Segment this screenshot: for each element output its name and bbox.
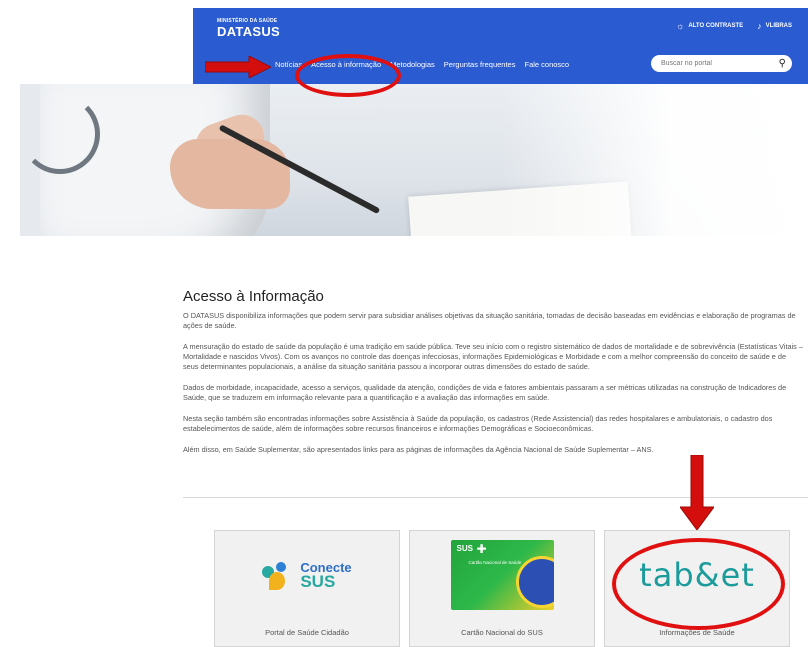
search-box: ⚲ [651,55,792,72]
main-content: Acesso à Informação O DATASUS disponibil… [183,288,803,455]
search-input[interactable] [661,60,761,67]
search-icon[interactable]: ⚲ [779,58,786,69]
card-portal-saude-cidadao[interactable]: Conecte SUS Portal de Saúde Cidadão [214,530,400,647]
nav-perguntas-frequentes[interactable]: Perguntas frequentes [444,60,516,69]
highlight-ellipse-tabnet [612,538,785,630]
high-contrast-label: ALTO CONTRASTE [688,23,744,29]
high-contrast-button[interactable]: ☼ ALTO CONTRASTE [676,21,743,31]
red-arrow-down-icon [680,455,714,530]
site-header: MINISTÉRIO DA SAÚDE DATASUS ☼ ALTO CONTR… [193,8,808,84]
accessibility-controls: ☼ ALTO CONTRASTE ♪ VLIBRAS [676,21,792,31]
cross-icon: ✚ [476,542,487,556]
sus-card-logo: SUS ✚ Cartão Nacional de Saúde [410,531,594,619]
card-caption: Portal de Saúde Cidadão [265,628,349,637]
paragraph-mensuracao: A mensuração do estado de saúde da popul… [183,342,803,371]
nav-fale-conosco[interactable]: Fale conosco [524,60,569,69]
sus-logo-text: SUS [300,572,336,591]
datasus-logo[interactable]: DATASUS [217,24,280,39]
conecte-sus-logo: Conecte SUS [215,531,399,619]
card-cartao-nacional-sus[interactable]: SUS ✚ Cartão Nacional de Saúde Cartão Na… [409,530,595,647]
hero-light [500,84,808,236]
stethoscope [20,94,100,174]
hero-image [20,84,808,236]
contrast-icon: ☼ [676,21,685,31]
highlight-ellipse-nav [295,54,401,97]
card-caption: Cartão Nacional do SUS [461,628,543,637]
vlibras-label: VLIBRAS [765,23,792,29]
vlibras-button[interactable]: ♪ VLIBRAS [757,21,792,31]
section-divider [183,497,808,498]
paragraph-intro: O DATASUS disponibiliza informações que … [183,311,796,330]
paragraph-saude-suplementar: Além disso, em Saúde Suplementar, são ap… [183,445,654,454]
paragraph-assistencia: Nesta seção também são encontradas infor… [183,414,773,433]
red-arrow-right-icon [205,56,271,78]
hand-icon: ♪ [757,21,762,31]
sus-card-subtitle: Cartão Nacional de Saúde [468,560,522,565]
page-title: Acesso à Informação [183,288,324,305]
doctor-hand-lower [170,139,290,209]
paragraph-morbidade: Dados de morbidade, incapacidade, acesso… [183,383,787,402]
conecte-sus-icon [262,558,296,592]
sus-card-brand: SUS [456,544,473,553]
